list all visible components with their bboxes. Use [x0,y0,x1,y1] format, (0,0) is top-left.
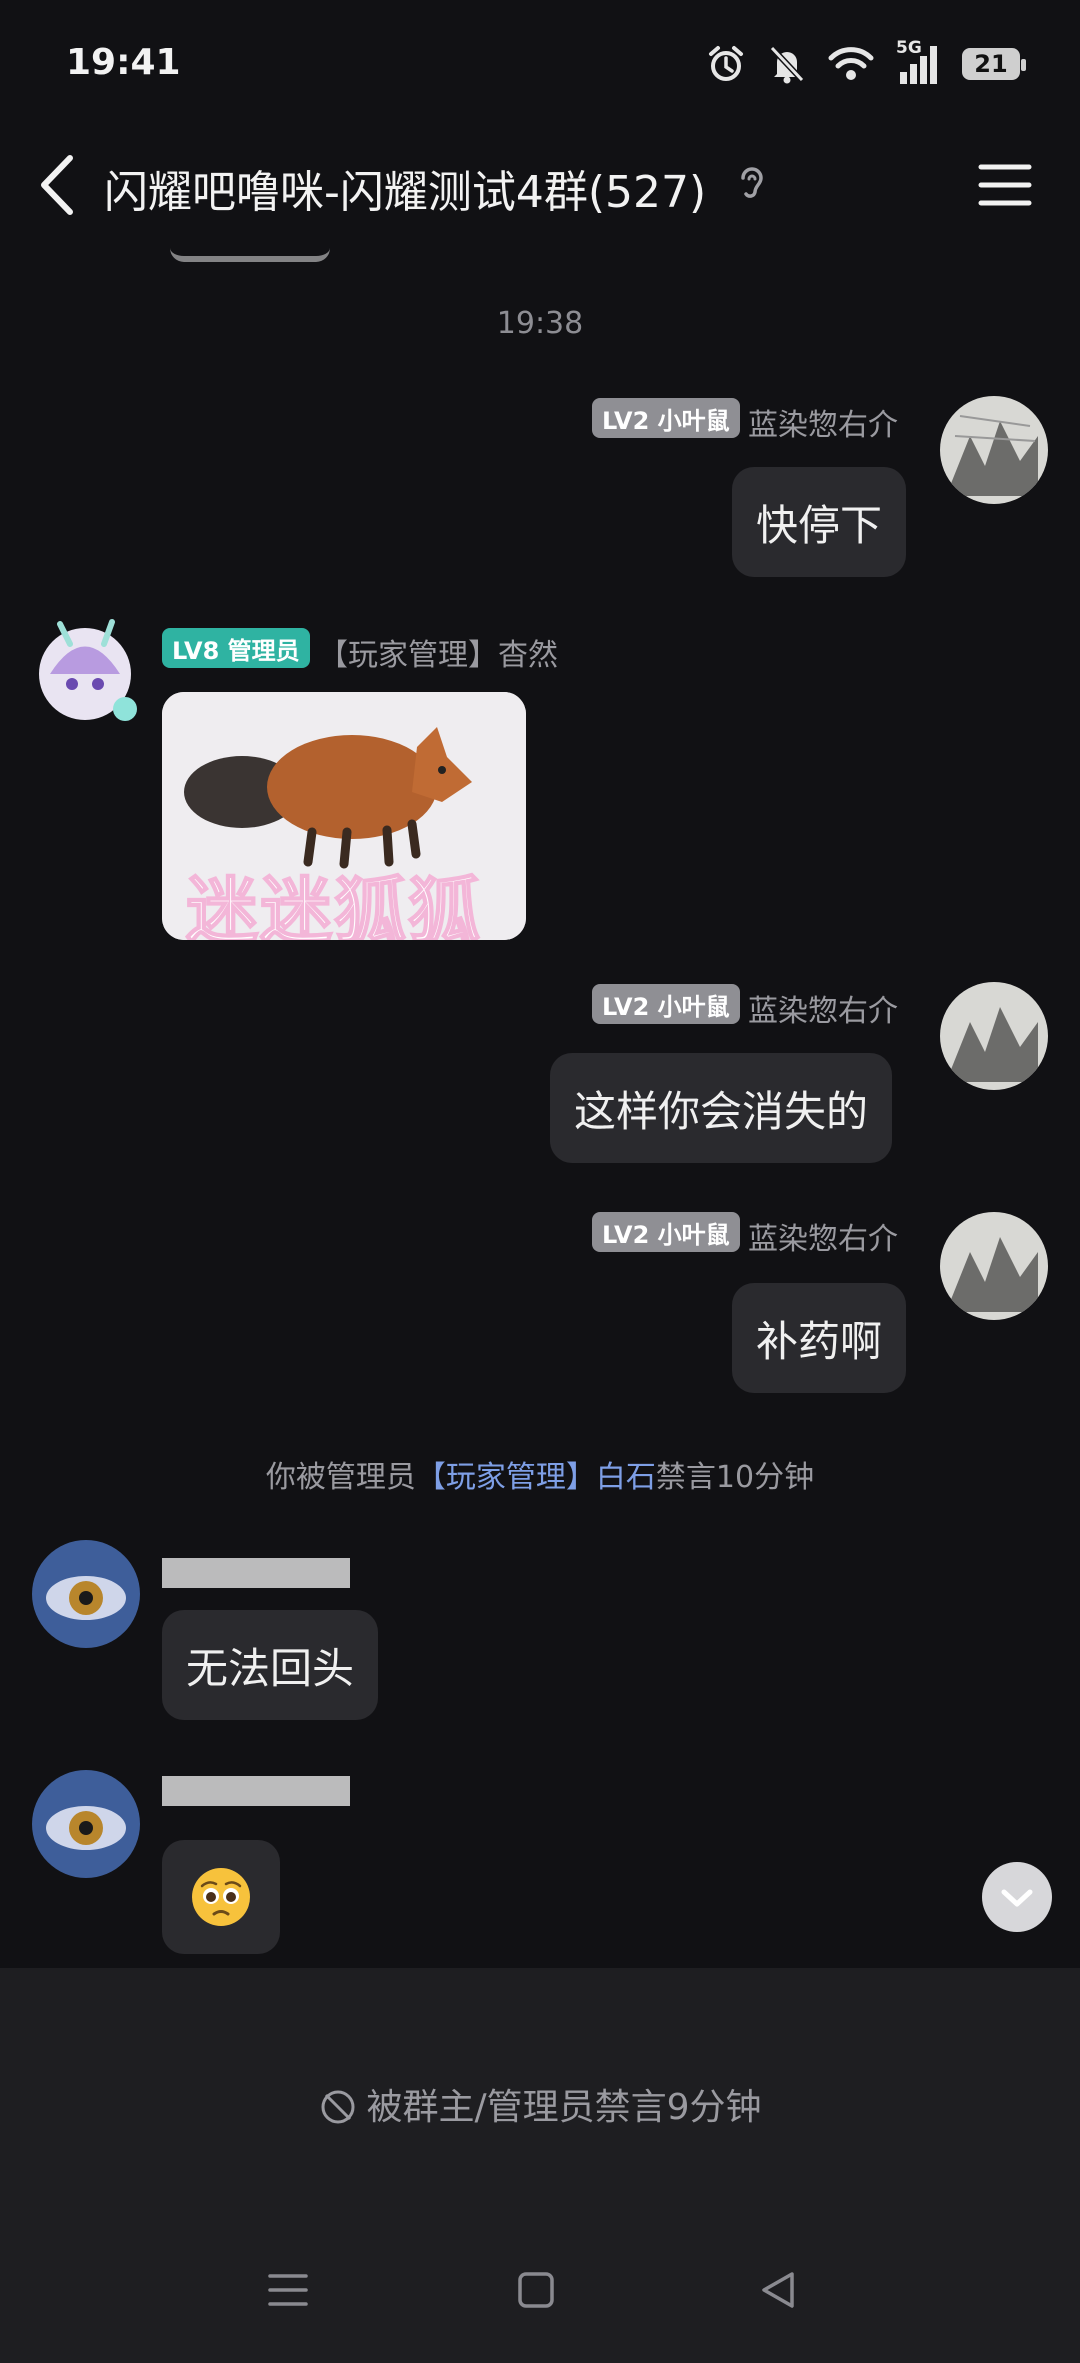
level-badge: LV2 小叶鼠 [592,1212,740,1252]
mute-notice: 被群主/管理员禁言9分钟 [0,2078,1080,2130]
sender-name[interactable]: 【玩家管理】杳然 [318,630,558,674]
sticker-caption: 迷迷狐狐 [185,868,483,940]
message-bubble[interactable]: 无法回头 [162,1610,379,1720]
alarm-icon [709,46,743,81]
sketch-avatar-icon [940,982,1048,1090]
anime-avatar-icon [39,619,137,721]
avatar[interactable] [20,604,150,734]
emoji-bubble[interactable] [162,1840,280,1954]
message-bubble[interactable]: 这样你会消失的 [550,1053,893,1163]
avatar[interactable] [32,1770,140,1878]
message-bubble[interactable]: 补药啊 [732,1283,907,1393]
sketch-avatar-icon [940,1212,1048,1320]
back-arrow-icon[interactable] [34,150,80,220]
avatar[interactable] [940,396,1048,504]
signal-icon: 5G [896,38,940,84]
scroll-down-button[interactable] [982,1862,1052,1932]
notice-prefix: 你被管理员 [265,1460,416,1495]
time-separator: 19:38 [496,306,584,341]
status-time: 19:41 [66,42,181,83]
scroll-down-icon [1001,1889,1033,1907]
nav-recents-icon[interactable] [266,2270,310,2310]
level-badge: LV2 小叶鼠 [592,398,740,438]
avatar[interactable] [940,982,1048,1090]
avatar[interactable] [940,1212,1048,1320]
bell-off-icon [769,45,805,84]
page-title: 闪耀吧噜咪-闪耀测试4群(527) [104,167,707,218]
menu-icon[interactable] [978,162,1032,208]
pleading-face-icon [192,1868,250,1926]
battery-icon: 21 [962,48,1026,80]
mute-notice-text: 被群主/管理员禁言9分钟 [366,2087,762,2128]
eye-avatar-icon [32,1770,140,1878]
blurred-sender-name [162,1776,350,1806]
message-bubble[interactable]: 快停下 [732,467,907,577]
eye-avatar-icon [32,1540,140,1648]
ear-icon[interactable] [735,164,769,204]
admin-badge: LV8 管理员 [162,628,310,668]
network-label: 5G [896,38,922,58]
system-notice: 你被管理员【玩家管理】白石禁言10分钟 [0,1452,1080,1496]
status-icons: 5G 21 [706,38,1026,84]
level-badge: LV2 小叶鼠 [592,984,740,1024]
notice-suffix: 禁言10分钟 [655,1460,815,1495]
admin-link[interactable]: 【玩家管理】白石 [416,1460,656,1495]
sketch-avatar-icon [940,396,1048,504]
sender-name[interactable]: 蓝染惣右介 [748,986,898,1030]
sticker-image[interactable]: 迷迷狐狐 [162,692,526,940]
sender-name[interactable]: 蓝染惣右介 [748,400,898,444]
blurred-sender-name [162,1558,350,1588]
sender-name[interactable]: 蓝染惣右介 [748,1214,898,1258]
nav-home-icon[interactable] [516,2270,556,2310]
mute-icon [321,2090,355,2124]
scrolled-bubble-edge [170,236,330,262]
avatar[interactable] [32,1540,140,1648]
wifi-icon [828,47,874,80]
nav-back-icon[interactable] [758,2270,798,2310]
